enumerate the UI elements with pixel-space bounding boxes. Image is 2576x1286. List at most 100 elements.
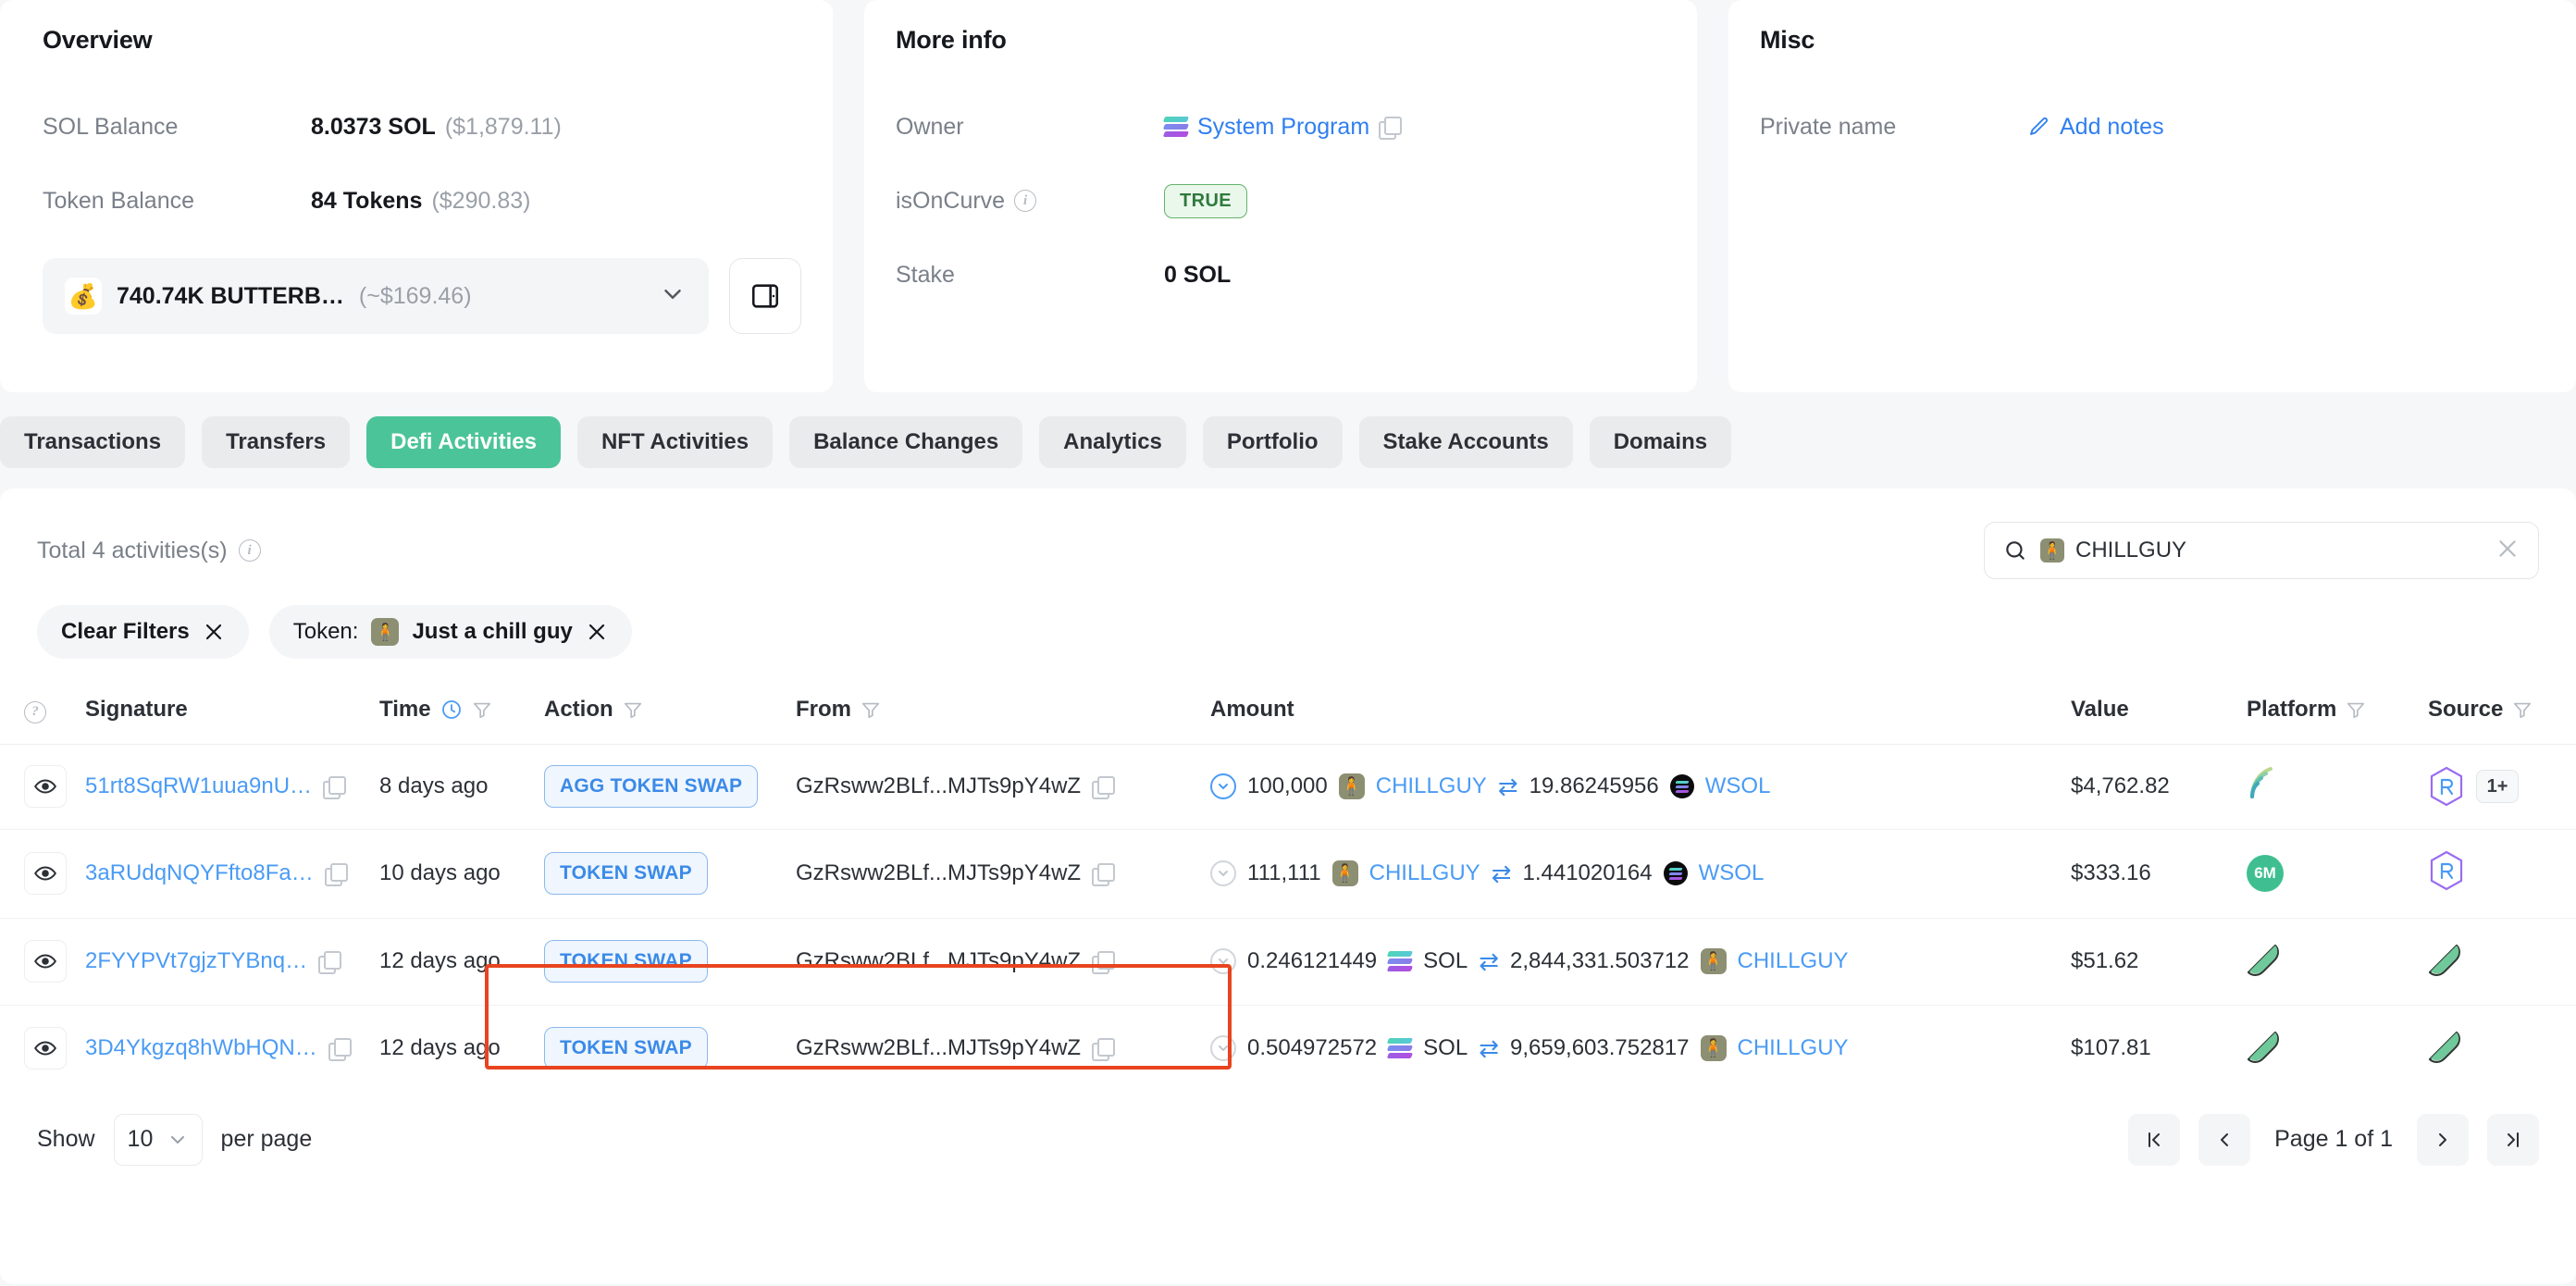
row-value-cell: $51.62 [2071,918,2247,1006]
search-value: CHILLGUY [2075,538,2187,563]
tab-balance-changes[interactable]: Balance Changes [789,416,1023,468]
tab-stake-accounts[interactable]: Stake Accounts [1358,416,1573,468]
wsol-icon [1669,774,1694,798]
table-header-row: ? Signature Time Action From Amount Valu… [0,683,2576,745]
sol-balance-row: SOL Balance 8.0373 SOL ($1,879.11) [43,90,801,164]
token-in-link[interactable]: CHILLGUY [1376,773,1487,799]
token-filter-chip[interactable]: Token: 🧍 Just a chill guy [268,605,632,659]
row-value-cell: $4,762.82 [2071,744,2247,830]
signature-link[interactable]: 2FYYPVt7gjzTYBnq… [85,948,307,974]
col-value-label: Value [2071,696,2129,722]
overview-card: Overview SOL Balance 8.0373 SOL ($1,879.… [0,0,833,392]
copy-icon[interactable] [1092,1038,1116,1061]
chevron-down-icon[interactable] [1210,773,1236,799]
signature-link[interactable]: 51rt8SqRW1uua9nU… [85,773,312,799]
tab-portfolio[interactable]: Portfolio [1202,416,1343,468]
money-bag-icon: 💰 [65,278,102,315]
close-icon[interactable] [203,621,225,643]
prev-page-button[interactable] [2198,1113,2251,1166]
copy-icon[interactable] [323,776,347,799]
chevron-down-icon[interactable] [1210,860,1236,886]
orca-icon[interactable] [2428,1026,2467,1065]
filter-icon[interactable] [2346,699,2366,720]
wallet-icon [752,284,779,308]
meteora-icon[interactable] [2247,765,2284,802]
wallet-button[interactable] [729,258,801,334]
token-in-label: SOL [1423,948,1468,973]
clear-filters-chip[interactable]: Clear Filters [37,605,249,659]
signature-link[interactable]: 3D4Ykgzq8hWbHQN… [85,1035,317,1061]
from-address: GzRsww2BLf...MJTs9pY4wZ [796,1035,1082,1060]
table-header: ? Signature Time Action From Amount Valu… [0,683,2576,745]
row-eye-cell [0,918,85,1006]
copy-icon[interactable] [328,1038,352,1061]
filter-icon[interactable] [861,699,881,720]
info-icon[interactable]: i [238,539,261,562]
raydium-icon[interactable] [2428,766,2465,807]
filter-icon[interactable] [2512,699,2533,720]
6m-icon[interactable]: 6M [2247,855,2284,892]
from-address: GzRsww2BLf...MJTs9pY4wZ [796,948,1082,973]
token-out-link[interactable]: CHILLGUY [1738,1035,1849,1061]
copy-icon[interactable] [1092,863,1116,886]
copy-icon[interactable] [324,863,348,886]
signature-link[interactable]: 3aRUdqNQYFfto8Fa… [85,860,314,886]
sol-balance-value: 8.0373 SOL ($1,879.11) [311,114,562,141]
chevron-down-icon[interactable] [1210,1035,1236,1061]
copy-icon[interactable] [1379,117,1403,140]
eye-icon[interactable] [24,940,67,983]
info-icon[interactable]: i [1014,190,1037,212]
copy-icon[interactable] [1092,951,1116,974]
clock-icon[interactable] [440,699,463,721]
chillguy-avatar: 🧍 [1338,773,1365,799]
copy-icon[interactable] [318,951,342,974]
orca-icon[interactable] [2247,939,2285,978]
col-from-label: From [796,696,851,722]
orca-icon[interactable] [2428,939,2467,978]
panel-top-bar: Total 4 activities(s) i 🧍 CHILLGUY [0,488,2576,579]
row-from-cell: GzRsww2BLf...MJTs9pY4wZ [796,744,1210,830]
clear-search-button[interactable] [2496,537,2520,565]
tab-domains[interactable]: Domains [1589,416,1732,468]
tab-nft-activities[interactable]: NFT Activities [576,416,774,468]
close-icon[interactable] [586,621,608,643]
col-action-label: Action [544,696,613,722]
first-page-icon [2149,1131,2161,1147]
filter-icon[interactable] [623,699,643,720]
token-selector[interactable]: 💰 740.74K BUTTERB… (~$169.46) [43,258,710,334]
filter-icon[interactable] [472,699,492,720]
help-icon[interactable]: ? [24,700,46,723]
is-on-curve-row: isOnCurve i TRUE [896,164,1666,238]
token-balance-label: Token Balance [43,187,195,214]
token-in-link[interactable]: CHILLGUY [1369,860,1480,886]
eye-icon[interactable] [24,765,67,808]
raydium-icon[interactable] [2428,850,2465,891]
token-out-link[interactable]: WSOL [1705,773,1771,799]
first-page-button[interactable] [2128,1113,2181,1166]
tab-analytics[interactable]: Analytics [1039,416,1186,468]
row-time-cell: 10 days ago [379,829,544,919]
clear-filters-label: Clear Filters [61,619,190,644]
token-out-link[interactable]: WSOL [1699,860,1765,886]
search-input[interactable]: 🧍 CHILLGUY [1984,522,2539,579]
tab-defi-activities[interactable]: Defi Activities [366,416,561,468]
row-time-cell: 12 days ago [379,918,544,1006]
eye-icon[interactable] [24,1027,67,1070]
row-action-cell: TOKEN SWAP [544,829,796,919]
add-notes-button[interactable]: Add notes [2060,114,2164,141]
token-out-link[interactable]: CHILLGUY [1738,948,1849,974]
tab-transfers[interactable]: Transfers [202,416,351,468]
owner-link[interactable]: System Program [1197,114,1369,141]
orca-icon[interactable] [2247,1026,2285,1065]
chevron-down-icon[interactable] [1210,948,1236,974]
tab-transactions[interactable]: Transactions [0,416,186,468]
copy-icon[interactable] [1092,776,1116,799]
source-extra-badge[interactable]: 1+ [2476,770,2519,803]
token-in-label: SOL [1423,1035,1468,1060]
next-page-button[interactable] [2417,1113,2469,1166]
per-page-select[interactable]: 10 [113,1113,203,1166]
row-value-cell: $107.81 [2071,1035,2151,1060]
eye-icon[interactable] [24,852,67,895]
swap-arrows-icon: ⇄ [1479,946,1499,975]
last-page-button[interactable] [2487,1113,2539,1166]
